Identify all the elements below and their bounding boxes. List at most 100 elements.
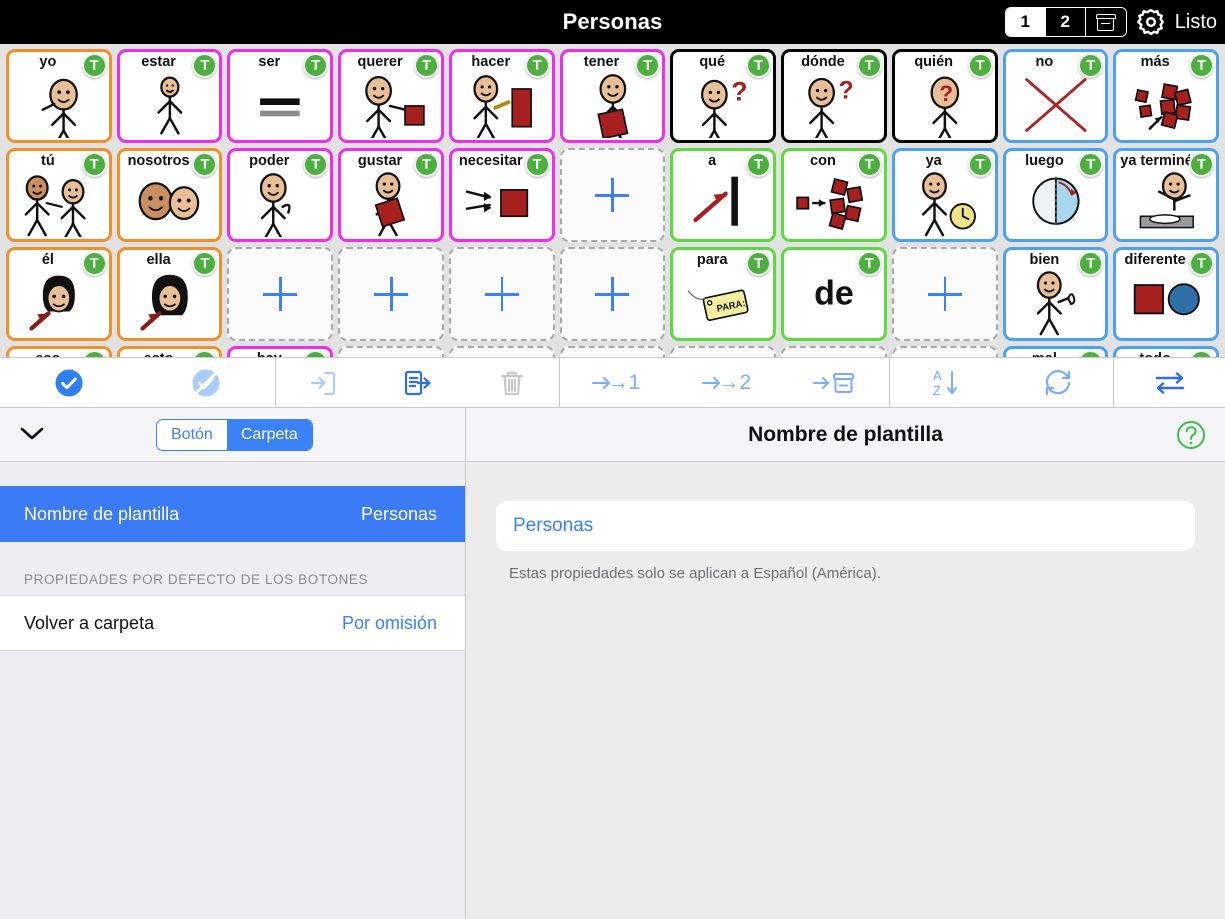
symbol-button[interactable]: ya T <box>891 148 998 242</box>
left-pane-body: Nombre de plantilla Personas PROPIEDADES… <box>0 462 465 919</box>
symbol-button[interactable]: ser T <box>227 49 334 143</box>
move-to-page-1-icon[interactable]: →1 <box>591 358 640 407</box>
symbol-button[interactable]: malT <box>1002 346 1109 357</box>
symbol-button[interactable]: ya terminé T <box>1113 148 1219 242</box>
symbol-label: necesitar <box>458 153 523 169</box>
symbol-label: más <box>1140 54 1170 70</box>
empty-grid-cell[interactable] <box>781 346 887 357</box>
page-segment-1[interactable]: 1 <box>1005 8 1046 36</box>
row-nombre-de-plantilla[interactable]: Nombre de plantilla Personas <box>0 486 465 542</box>
symbol-button[interactable]: todoT <box>1113 346 1219 357</box>
symbol-button[interactable]: hayT <box>227 346 334 357</box>
symbol-button[interactable]: más T <box>1113 49 1219 143</box>
tab-carpeta[interactable]: Carpeta <box>226 420 312 450</box>
page-segmented-control[interactable]: 1 2 <box>1004 7 1127 37</box>
symbol-label: ser <box>258 54 281 70</box>
symbol-button[interactable]: estoT <box>116 346 223 357</box>
delete-icon[interactable] <box>496 358 528 407</box>
symbol-button[interactable]: de T <box>781 247 887 341</box>
text-badge-icon: T <box>303 152 329 177</box>
page-segment-2[interactable]: 2 <box>1045 8 1086 36</box>
sort-az-icon[interactable]: A Z <box>929 358 963 407</box>
symbol-artwork <box>673 171 773 237</box>
symbol-artwork <box>9 171 109 239</box>
symbol-button[interactable]: querer T <box>338 49 444 143</box>
symbol-button[interactable]: con T <box>781 148 887 242</box>
symbol-button[interactable]: yo T <box>6 49 112 143</box>
symbol-button[interactable]: estar T <box>116 49 223 143</box>
paste-into-icon[interactable] <box>307 358 339 407</box>
refresh-icon[interactable] <box>1042 358 1074 407</box>
move-to-archive-icon[interactable] <box>812 358 858 407</box>
top-bar: Personas 1 2 Listo <box>0 0 1225 44</box>
empty-grid-cell[interactable] <box>891 346 998 357</box>
help-circle-icon[interactable] <box>1175 419 1207 456</box>
symbol-label: nosotros <box>127 153 190 169</box>
empty-grid-cell[interactable] <box>448 247 555 341</box>
symbol-button[interactable]: tener T <box>559 49 666 143</box>
toolbar-group-clipboard <box>276 358 560 407</box>
symbol-button[interactable]: poder T <box>227 148 334 242</box>
symbol-button[interactable]: hacer T <box>448 49 555 143</box>
empty-grid-cell[interactable] <box>338 346 444 357</box>
symbol-button[interactable]: diferente T <box>1113 247 1219 341</box>
symbol-artwork <box>1006 72 1106 138</box>
symbol-button[interactable]: aT <box>670 148 777 242</box>
symbol-button[interactable]: gustar T <box>338 148 444 242</box>
text-badge-icon: T <box>1078 350 1104 357</box>
symbol-artwork <box>120 270 220 336</box>
symbol-grid-area: yo Testar Tser Tquerer Thacer Ttener Tqué… <box>0 44 1225 357</box>
symbol-button[interactable]: qué ? T <box>670 49 777 143</box>
symbol-artwork <box>1116 270 1216 336</box>
gear-icon[interactable] <box>1136 7 1166 37</box>
row-volver-a-carpeta[interactable]: Volver a carpeta Por omisión <box>0 595 465 651</box>
symbol-artwork <box>1006 171 1106 237</box>
empty-grid-cell[interactable] <box>891 247 998 341</box>
done-button[interactable]: Listo <box>1175 11 1217 34</box>
text-badge-icon: T <box>192 350 218 357</box>
text-badge-icon: T <box>1188 53 1214 78</box>
select-all-icon[interactable] <box>52 358 86 407</box>
symbol-button[interactable]: no T <box>1002 49 1109 143</box>
tab-boton[interactable]: Botón <box>157 420 227 450</box>
swap-icon[interactable] <box>1153 358 1187 407</box>
symbol-button[interactable]: ella T <box>116 247 223 341</box>
symbol-artwork <box>120 72 220 138</box>
empty-grid-cell[interactable] <box>338 247 444 341</box>
empty-grid-cell[interactable] <box>448 346 555 357</box>
copy-out-icon[interactable] <box>401 358 433 407</box>
empty-grid-cell[interactable] <box>227 247 334 341</box>
page-segment-archive[interactable] <box>1085 8 1126 36</box>
symbol-label: ya <box>925 153 942 169</box>
plus-icon <box>595 178 630 212</box>
chevron-down-icon[interactable] <box>18 422 46 449</box>
toolbar-group-selection <box>0 358 276 407</box>
symbol-button[interactable]: quién? T <box>891 49 998 143</box>
symbol-button[interactable]: luego T <box>1002 148 1109 242</box>
button-folder-segmented-control[interactable]: Botón Carpeta <box>156 419 313 451</box>
right-pane-header: Nombre de plantilla <box>466 408 1225 462</box>
empty-grid-cell[interactable] <box>559 148 666 242</box>
svg-text:?: ? <box>839 77 854 104</box>
move-to-page-2-icon[interactable]: →2 <box>701 358 751 407</box>
symbol-button[interactable]: para PARA: T <box>670 247 777 341</box>
template-name-input[interactable] <box>496 501 1195 551</box>
symbol-label: diferente <box>1124 252 1186 268</box>
symbol-button[interactable]: él T <box>6 247 112 341</box>
plus-icon <box>374 277 409 311</box>
right-pane-body: Estas propiedades solo se aplican a Espa… <box>466 462 1225 582</box>
empty-grid-cell[interactable] <box>670 346 777 357</box>
symbol-button[interactable]: dónde ? T <box>781 49 887 143</box>
deselect-all-icon[interactable] <box>189 358 223 407</box>
symbol-button[interactable]: nosotros T <box>116 148 223 242</box>
text-badge-icon: T <box>81 53 107 78</box>
symbol-button[interactable]: bien T <box>1002 247 1109 341</box>
empty-grid-cell[interactable] <box>559 247 666 341</box>
symbol-button[interactable]: tú T <box>6 148 112 242</box>
symbol-button[interactable]: necesitar T <box>448 148 555 242</box>
symbol-button[interactable]: esoT <box>6 346 112 357</box>
symbol-artwork: ? <box>895 72 995 140</box>
text-badge-icon: T <box>1188 152 1214 177</box>
empty-grid-cell[interactable] <box>559 346 666 357</box>
plus-icon <box>263 277 298 311</box>
